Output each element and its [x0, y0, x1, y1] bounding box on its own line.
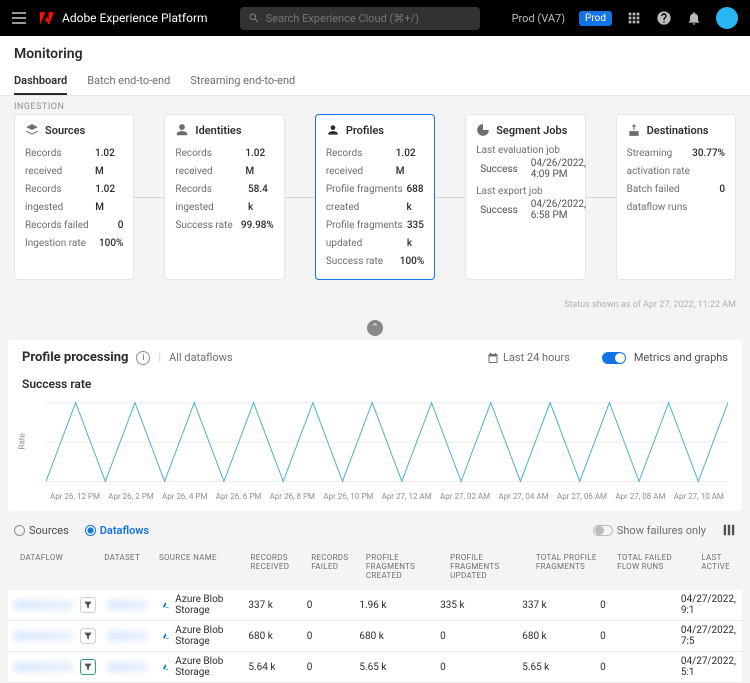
collapse-toggle-icon[interactable]: ⌃ — [367, 320, 383, 336]
calendar-icon — [487, 352, 499, 364]
profiles-icon — [326, 123, 340, 137]
section-label-ingestion: INGESTION — [0, 96, 750, 114]
env-label: Prod (VA7) — [512, 12, 565, 25]
dataflow-name-redacted — [14, 631, 74, 641]
filter-icon — [83, 662, 93, 672]
app-switcher-icon[interactable] — [626, 10, 642, 26]
tab-batch[interactable]: Batch end-to-end — [87, 68, 170, 95]
dataflow-name-redacted — [14, 600, 74, 610]
destinations-icon — [627, 123, 641, 137]
card-sources[interactable]: Sources Records received1.02 M Records i… — [14, 114, 134, 280]
metrics-toggle[interactable] — [602, 352, 626, 364]
card-profiles[interactable]: Profiles Records received1.02 M Profile … — [315, 114, 435, 280]
info-icon[interactable]: i — [136, 351, 150, 365]
bell-icon[interactable] — [686, 10, 702, 26]
connector — [435, 197, 465, 198]
chart-title: Success rate — [22, 377, 728, 391]
adobe-logo-icon — [40, 11, 54, 25]
cards-row: Sources Records received1.02 M Records i… — [0, 114, 750, 288]
brand: Adobe Experience Platform — [40, 11, 208, 25]
tab-dashboard[interactable]: Dashboard — [14, 68, 67, 95]
card-title: Sources — [45, 124, 85, 137]
brand-name: Adobe Experience Platform — [62, 11, 208, 25]
card-title: Destinations — [647, 124, 709, 137]
profile-processing-panel: Profile processing i | All dataflows Las… — [8, 340, 742, 511]
timestamp-note: Status shown as of Apr 27, 2022, 11:22 A… — [0, 298, 750, 320]
card-title: Identities — [195, 124, 241, 137]
dataset-name-redacted — [108, 662, 148, 672]
table-row[interactable]: Azure Blob Storage 680 k 0 680 k 0 680 k… — [8, 621, 742, 652]
segment-icon — [476, 123, 490, 137]
help-icon[interactable] — [656, 10, 672, 26]
line-chart: 100 50 0 — [46, 397, 728, 487]
table-row[interactable]: Azure Blob Storage 337 k 0 1.96 k 335 k … — [8, 590, 742, 621]
hamburger-icon[interactable] — [12, 12, 26, 24]
table-row[interactable]: Azure Blob Storage 5.64 k 0 5.65 k 0 5.6… — [8, 652, 742, 683]
connector — [134, 197, 164, 198]
dataflows-table: DATAFLOW DATASET SOURCE NAME RECORDS REC… — [8, 543, 742, 683]
avatar[interactable] — [716, 7, 738, 29]
azure-icon — [161, 599, 170, 611]
azure-icon — [161, 661, 170, 673]
page-header: Monitoring Dashboard Batch end-to-end St… — [0, 36, 750, 96]
filter-icon — [83, 600, 93, 610]
connector — [586, 197, 616, 198]
chart-block: Success rate Rate 100 50 0 Apr 26, 12 PM… — [22, 377, 728, 501]
dataset-name-redacted — [108, 600, 148, 610]
search-input[interactable] — [240, 7, 480, 30]
failures-only-toggle[interactable]: Show failures only — [593, 524, 706, 537]
row-filter-button[interactable] — [80, 659, 96, 675]
card-segments[interactable]: Segment Jobs Last evaluation job Success… — [465, 114, 585, 280]
page-title: Monitoring — [14, 46, 736, 62]
sources-icon — [25, 123, 39, 137]
table-header: DATAFLOW DATASET SOURCE NAME RECORDS REC… — [8, 543, 742, 590]
connector — [285, 197, 315, 198]
card-title: Segment Jobs — [496, 124, 567, 137]
identities-icon — [175, 123, 189, 137]
card-identities[interactable]: Identities Records received1.02 M Record… — [164, 114, 284, 280]
panel-subtitle: All dataflows — [169, 351, 233, 364]
radio-dataflows[interactable]: Dataflows — [85, 524, 149, 537]
tabs: Dashboard Batch end-to-end Streaming end… — [14, 68, 736, 95]
env-badge[interactable]: Prod — [579, 11, 612, 26]
card-destinations[interactable]: Destinations Streaming activation rate30… — [616, 114, 736, 280]
radio-sources[interactable]: Sources — [14, 524, 69, 537]
azure-icon — [161, 630, 170, 642]
card-title: Profiles — [346, 124, 384, 137]
row-filter-button[interactable] — [80, 597, 96, 613]
top-nav: Adobe Experience Platform Prod (VA7) Pro… — [0, 0, 750, 36]
search-icon — [248, 12, 260, 24]
toggle-label: Metrics and graphs — [634, 351, 728, 364]
column-settings-icon[interactable] — [722, 523, 736, 537]
tab-streaming[interactable]: Streaming end-to-end — [190, 68, 295, 95]
dataset-name-redacted — [108, 631, 148, 641]
time-range-picker[interactable]: Last 24 hours — [487, 351, 570, 364]
panel-title: Profile processing — [22, 350, 128, 365]
dataflow-name-redacted — [14, 662, 74, 672]
filter-icon — [83, 631, 93, 641]
chart-ylabel: Rate — [18, 433, 27, 449]
filter-row: Sources Dataflows Show failures only — [0, 511, 750, 543]
row-filter-button[interactable] — [80, 628, 96, 644]
